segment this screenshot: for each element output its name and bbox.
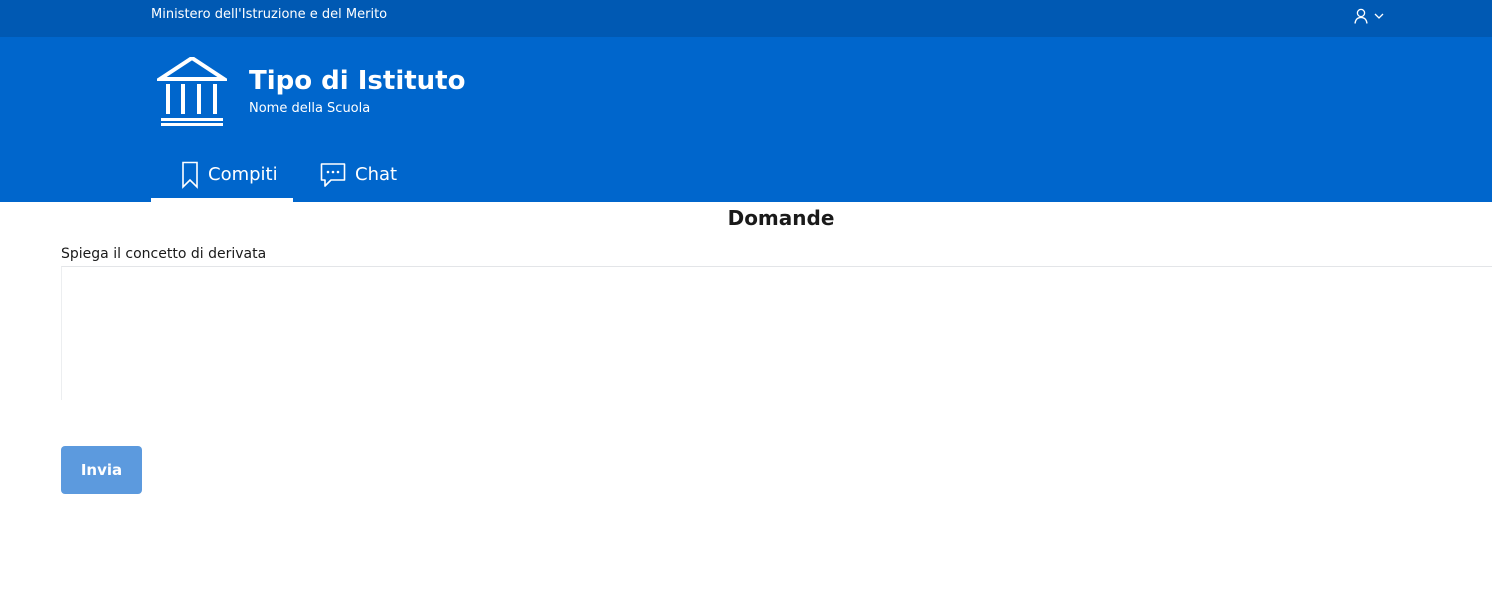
user-icon <box>1354 8 1368 24</box>
institution-building-icon <box>153 55 231 127</box>
bookmark-icon <box>181 161 199 189</box>
user-menu-button[interactable] <box>1354 5 1394 27</box>
active-tab-indicator <box>151 198 293 202</box>
center-header: Tipo di Istituto Nome della Scuola Compi… <box>0 37 1492 202</box>
answer-textarea[interactable] <box>61 266 1492 400</box>
slim-header: Ministero dell'Istruzione e del Merito <box>0 0 1492 37</box>
submit-button[interactable]: Invia <box>61 446 142 494</box>
question-label: Spiega il concetto di derivata <box>61 246 267 262</box>
ministry-title: Ministero dell'Istruzione e del Merito <box>151 7 388 22</box>
school-name-subtitle: Nome della Scuola <box>249 101 371 116</box>
tab-compiti[interactable]: Compiti <box>151 147 293 202</box>
page-title: Domande <box>727 206 835 230</box>
tab-chat[interactable]: Chat <box>320 147 397 202</box>
chat-bubble-icon <box>320 162 346 188</box>
chevron-down-icon <box>1374 13 1384 19</box>
institution-type-title: Tipo di Istituto <box>249 66 466 96</box>
tab-chat-label: Chat <box>355 164 398 185</box>
tab-compiti-label: Compiti <box>208 164 278 185</box>
